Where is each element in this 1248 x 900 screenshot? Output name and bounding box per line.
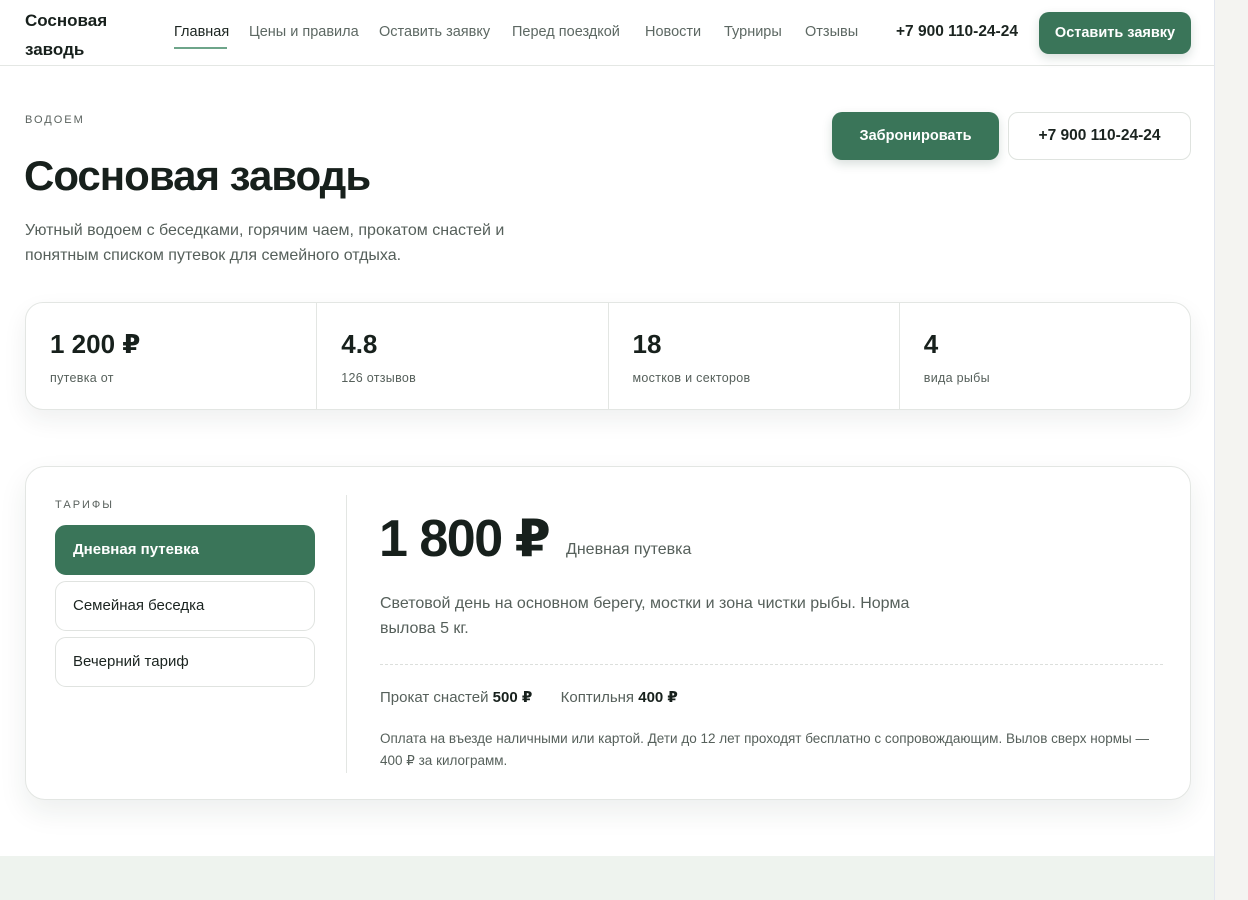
tariff-price: 1 800 ₽: [379, 510, 551, 568]
extra-label: Коптильня: [560, 689, 635, 706]
extra-price: 500 ₽: [492, 689, 533, 706]
tariff-tab-evening[interactable]: Вечерний тариф: [55, 637, 315, 687]
tariff-tab-day[interactable]: Дневная путевка: [55, 525, 315, 575]
extra-price: 400 ₽: [638, 689, 678, 706]
nav-active-underline: [174, 47, 227, 49]
book-button[interactable]: Забронировать: [832, 112, 999, 160]
tariffs-divider: [346, 495, 347, 773]
stat-value: 4: [923, 329, 939, 359]
stat-label: путевка от: [50, 371, 114, 385]
page-title: Сосновая заводь: [24, 152, 371, 199]
stat-label: 126 отзывов: [341, 371, 417, 385]
tariff-extras: Прокат снастей 500 ₽ Коптильня 400 ₽: [380, 688, 678, 706]
brand-logo[interactable]: Сосновая заводь: [25, 6, 135, 64]
tariffs-card: ТАРИФЫ Дневная путевка Семейная беседка …: [25, 466, 1191, 800]
tariffs-eyebrow: ТАРИФЫ: [55, 499, 115, 511]
tariff-tab-family[interactable]: Семейная беседка: [55, 581, 315, 631]
stats-panel: 1 200 ₽ путевка от 4.8 126 отзывов 18 мо…: [25, 302, 1191, 410]
stat-label: мостков и секторов: [632, 371, 751, 385]
nav-item-reviews[interactable]: Отзывы: [805, 21, 858, 43]
stat-value: 1 200 ₽: [50, 329, 141, 359]
nav-item-home[interactable]: Главная: [174, 21, 229, 43]
nav-item-prices[interactable]: Цены и правила: [249, 21, 359, 43]
site-header: Сосновая заводь Главная Цены и правила О…: [0, 0, 1214, 66]
nav-item-request[interactable]: Оставить заявку: [379, 21, 490, 43]
stat-piers: 18 мостков и секторов: [609, 303, 900, 409]
hero-eyebrow: ВОДОЕМ: [25, 114, 85, 126]
header-phone-link[interactable]: +7 900 110-24-24: [896, 21, 1018, 43]
stat-price-from: 1 200 ₽ путевка от: [26, 303, 318, 409]
page: Сосновая заводь Главная Цены и правила О…: [0, 0, 1215, 900]
extra-label: Прокат снастей: [380, 689, 489, 706]
stat-value: 18: [632, 329, 662, 359]
hero-lead: Уютный водоем с беседками, горячим чаем,…: [25, 222, 505, 264]
stat-rating: 4.8 126 отзывов: [317, 303, 609, 409]
stat-fish-species: 4 вида рыбы: [900, 303, 1190, 409]
stat-value: 4.8: [341, 329, 378, 359]
stat-label: вида рыбы: [923, 371, 990, 385]
phone-button[interactable]: +7 900 110-24-24: [1008, 112, 1191, 160]
next-section-band: [0, 856, 1214, 900]
tariff-description: Световой день на основном берегу, мостки…: [380, 595, 910, 637]
header-request-button[interactable]: Оставить заявку: [1039, 12, 1191, 54]
nav-item-tournaments[interactable]: Турниры: [724, 21, 782, 43]
nav-item-before-trip[interactable]: Перед поездкой: [512, 21, 620, 43]
tariff-price-name: Дневная путевка: [566, 541, 692, 558]
tariff-note: Оплата на въезде наличными или картой. Д…: [380, 731, 1149, 768]
dashed-divider: [380, 664, 1163, 665]
nav-item-news[interactable]: Новости: [645, 21, 701, 43]
